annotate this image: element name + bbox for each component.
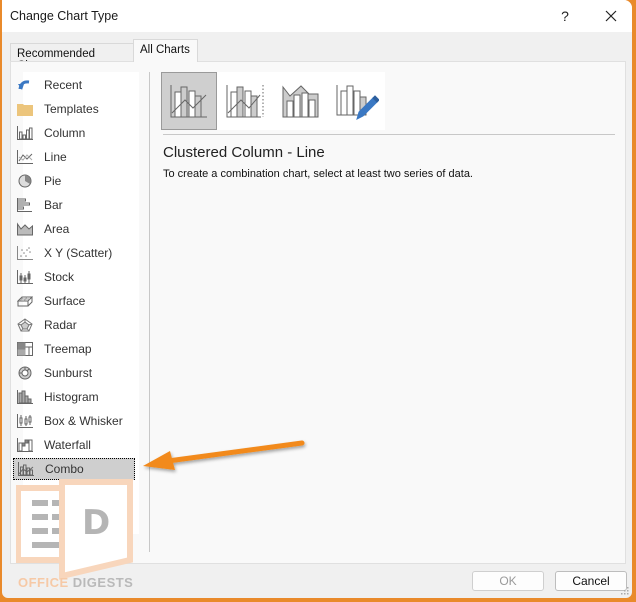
sidebar-item-column[interactable]: Column [13, 122, 135, 144]
sidebar-item-templates[interactable]: Templates [13, 98, 135, 120]
selected-chart-description: To create a combination chart, select at… [163, 168, 473, 180]
clustered-column-line-icon [170, 85, 207, 118]
treemap-chart-icon [16, 341, 34, 357]
close-icon [605, 10, 617, 22]
panel-divider [149, 72, 150, 552]
pie-chart-icon [16, 173, 34, 189]
bar-chart-icon [16, 197, 34, 213]
folder-icon [16, 101, 34, 117]
custom-combination-icon [336, 85, 379, 120]
sidebar-item-label: Waterfall [44, 438, 91, 452]
subtype-stacked-area-column[interactable] [273, 72, 329, 130]
change-chart-type-dialog: Change Chart Type ? Recommended Charts A… [2, 0, 632, 598]
all-charts-panel: Recent Templates Column Line Pie Bar Are… [10, 61, 626, 564]
sidebar-item-combo[interactable]: Combo [13, 458, 135, 480]
sidebar-item-label: Radar [44, 318, 77, 332]
sunburst-chart-icon [16, 365, 34, 381]
recent-icon [16, 77, 34, 93]
sidebar-item-label: Treemap [44, 342, 92, 356]
area-chart-icon [16, 221, 34, 237]
title-bar: Change Chart Type ? [2, 0, 632, 32]
sidebar-item-radar[interactable]: Radar [13, 314, 135, 336]
sidebar-item-label: Histogram [44, 390, 99, 404]
sidebar-item-sunburst[interactable]: Sunburst [13, 362, 135, 384]
combo-chart-icon [17, 461, 35, 477]
selected-chart-name: Clustered Column - Line [163, 144, 325, 161]
gallery-divider [163, 134, 615, 135]
sidebar-item-surface[interactable]: Surface [13, 290, 135, 312]
ok-button[interactable]: OK [472, 571, 544, 591]
sidebar-item-label: Surface [44, 294, 86, 308]
subtype-clustered-column-line[interactable] [161, 72, 217, 130]
histogram-chart-icon [16, 389, 34, 405]
line-chart-icon [16, 149, 34, 165]
sidebar-item-label: Area [44, 222, 70, 236]
close-button[interactable] [596, 4, 626, 28]
box-whisker-chart-icon [16, 413, 34, 429]
sidebar-item-stock[interactable]: Stock [13, 266, 135, 288]
subtype-custom-combination[interactable] [329, 72, 385, 130]
stock-chart-icon [16, 269, 34, 285]
sidebar-item-label: Pie [44, 174, 62, 188]
sidebar-item-line[interactable]: Line [13, 146, 135, 168]
sidebar-item-bar[interactable]: Bar [13, 194, 135, 216]
help-button[interactable]: ? [550, 4, 580, 28]
resize-grip-icon[interactable] [621, 587, 629, 595]
dialog-title: Change Chart Type [10, 9, 119, 23]
sidebar-item-treemap[interactable]: Treemap [13, 338, 135, 360]
sidebar-item-pie[interactable]: Pie [13, 170, 135, 192]
waterfall-chart-icon [16, 437, 34, 453]
tab-recommended-charts[interactable]: Recommended Charts [10, 43, 134, 72]
tab-all-charts[interactable]: All Charts [133, 39, 198, 62]
combo-subtype-gallery [161, 72, 385, 130]
scatter-chart-icon [16, 245, 34, 261]
radar-chart-icon [16, 317, 34, 333]
sidebar-item-label: Box & Whisker [44, 414, 123, 428]
sidebar-item-label: Bar [44, 198, 63, 212]
sidebar-item-area[interactable]: Area [13, 218, 135, 240]
column-chart-icon [16, 125, 34, 141]
sidebar-item-label: Stock [44, 270, 75, 284]
sidebar-item-label: X Y (Scatter) [44, 246, 113, 260]
sidebar-item-waterfall[interactable]: Waterfall [13, 434, 135, 456]
sidebar-item-histogram[interactable]: Histogram [13, 386, 135, 408]
stacked-area-column-icon [282, 85, 319, 118]
sidebar-item-label: Sunburst [44, 366, 93, 380]
sidebar-item-recent[interactable]: Recent [13, 74, 135, 96]
sidebar-item-label: Templates [44, 102, 99, 116]
subtype-clustered-column-line-secondary[interactable] [217, 72, 273, 130]
clustered-column-line-secondary-icon [226, 85, 264, 118]
sidebar-item-label: Recent [44, 78, 83, 92]
sidebar-item-label: Line [44, 150, 67, 164]
sidebar-item-label: Column [44, 126, 86, 140]
sidebar-item-label: Combo [45, 462, 84, 476]
sidebar-item-box-whisker[interactable]: Box & Whisker [13, 410, 135, 432]
cancel-button[interactable]: Cancel [555, 571, 627, 591]
sidebar-item-xy-scatter[interactable]: X Y (Scatter) [13, 242, 135, 264]
surface-chart-icon [16, 293, 34, 309]
